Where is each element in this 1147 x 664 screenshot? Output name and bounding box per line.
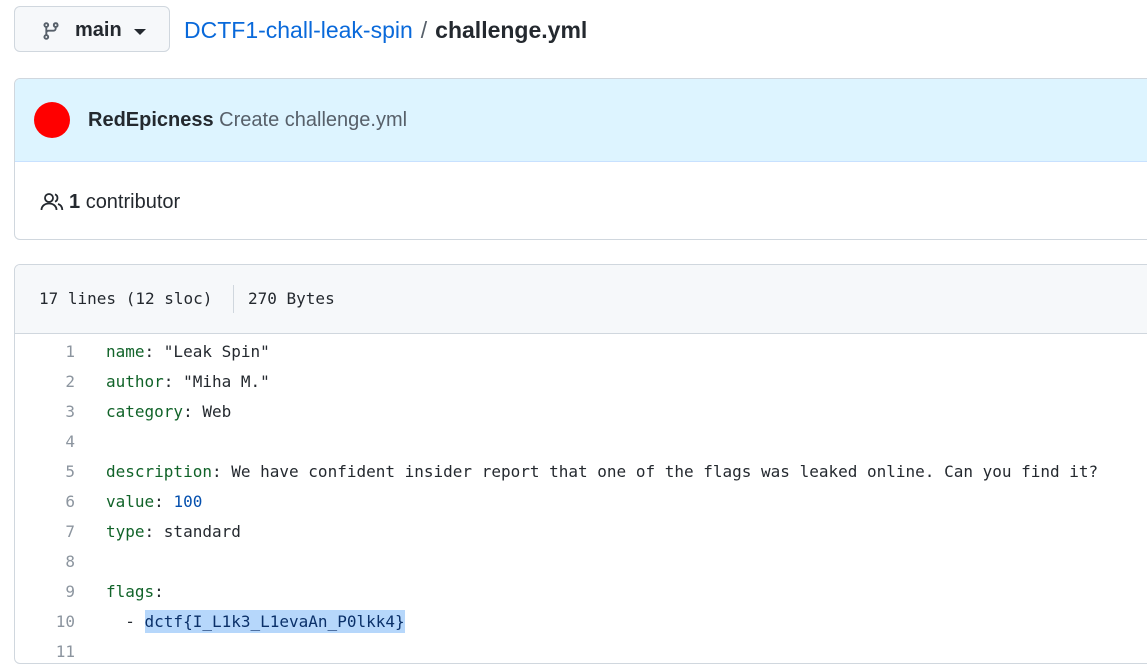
branch-select-button[interactable]: main: [14, 6, 170, 52]
yaml-key: author: [106, 372, 164, 391]
line-number[interactable]: 4: [15, 432, 75, 451]
line-number[interactable]: 7: [15, 522, 75, 541]
code-line: 6 value: 100: [15, 486, 1147, 516]
contributors-row: 1 contributor: [15, 162, 1147, 239]
contributors-link[interactable]: 1 contributor: [69, 191, 180, 214]
line-content: - dctf{I_L1k3_L1evaAn_P0lkk4}: [106, 610, 405, 633]
line-number[interactable]: 5: [15, 462, 75, 481]
yaml-key: name: [106, 342, 145, 361]
yaml-separator: :: [144, 522, 164, 541]
yaml-value: "Miha M.": [183, 372, 270, 391]
yaml-key: flags: [106, 582, 155, 601]
file-name: challenge.yml: [435, 17, 588, 43]
git-branch-icon: [43, 22, 59, 40]
code-line: 1 name: "Leak Spin": [15, 336, 1147, 366]
line-content: flags:: [106, 582, 164, 601]
file-line-count: 17 lines (12 sloc): [39, 289, 213, 308]
line-number[interactable]: 8: [15, 552, 75, 571]
yaml-value: 100: [173, 492, 203, 511]
yaml-value: standard: [163, 522, 241, 541]
code-line: 9 flags:: [15, 576, 1147, 606]
commit-header: RedEpicness Create challenge.yml: [15, 79, 1147, 162]
commit-message-link[interactable]: Create challenge.yml: [219, 109, 407, 131]
line-content: name: "Leak Spin": [106, 342, 270, 361]
yaml-value: Web: [202, 402, 232, 421]
line-number[interactable]: 10: [15, 612, 75, 631]
code-line: 11: [15, 636, 1147, 663]
code-line: 7 type: standard: [15, 516, 1147, 546]
yaml-value: We have confident insider report that on…: [231, 462, 1099, 481]
yaml-separator: :: [183, 402, 203, 421]
chevron-down-icon: [134, 29, 146, 35]
line-content: type: standard: [106, 522, 241, 541]
breadcrumb-separator: /: [420, 17, 428, 43]
selected-flag-value: dctf{I_L1k3_L1evaAn_P0lkk4}: [144, 610, 405, 633]
breadcrumb: DCTF1-chall-leak-spin / challenge.yml: [184, 17, 587, 44]
people-icon: [40, 193, 64, 211]
code-line: 10 - dctf{I_L1k3_L1evaAn_P0lkk4}: [15, 606, 1147, 636]
file-viewer: 17 lines (12 sloc) 270 Bytes 1 name: "Lea…: [14, 264, 1147, 664]
line-content: category: Web: [106, 402, 231, 421]
line-number[interactable]: 2: [15, 372, 75, 391]
line-number[interactable]: 11: [15, 642, 75, 661]
yaml-separator: -: [106, 612, 145, 631]
latest-commit-box: RedEpicness Create challenge.yml 1 contr…: [14, 78, 1147, 240]
line-content: author: "Miha M.": [106, 372, 270, 391]
yaml-value: "Leak Spin": [163, 342, 270, 361]
yaml-separator: :: [211, 462, 232, 481]
line-number[interactable]: 1: [15, 342, 75, 361]
code-line: 2 author: "Miha M.": [15, 366, 1147, 396]
contributor-label: contributor: [85, 191, 181, 213]
code-line: 3 category: Web: [15, 396, 1147, 426]
file-header: 17 lines (12 sloc) 270 Bytes: [15, 265, 1147, 334]
yaml-separator: :: [144, 342, 164, 361]
yaml-separator: :: [154, 582, 164, 601]
avatar[interactable]: [34, 102, 70, 138]
line-number[interactable]: 3: [15, 402, 75, 421]
yaml-separator: :: [163, 372, 184, 391]
yaml-key: description: [106, 462, 212, 481]
file-size: 270 Bytes: [248, 289, 335, 308]
code-line: 4: [15, 426, 1147, 456]
commit-author-link[interactable]: RedEpicness: [88, 109, 214, 131]
repo-link[interactable]: DCTF1-chall-leak-spin: [184, 17, 413, 43]
yaml-key: category: [106, 402, 184, 421]
yaml-key: value: [106, 492, 155, 511]
line-number[interactable]: 9: [15, 582, 75, 601]
header-divider: [233, 285, 234, 313]
commit-summary: RedEpicness Create challenge.yml: [88, 109, 407, 132]
line-number[interactable]: 6: [15, 492, 75, 511]
yaml-key: type: [106, 522, 145, 541]
contributor-count: 1: [69, 191, 81, 213]
branch-name: main: [75, 19, 122, 41]
code-line: 5 description: We have confident insider …: [15, 456, 1147, 486]
yaml-separator: :: [154, 492, 174, 511]
line-content: description: We have confident insider r…: [106, 462, 1098, 481]
line-content: value: 100: [106, 492, 202, 511]
code-line: 8: [15, 546, 1147, 576]
